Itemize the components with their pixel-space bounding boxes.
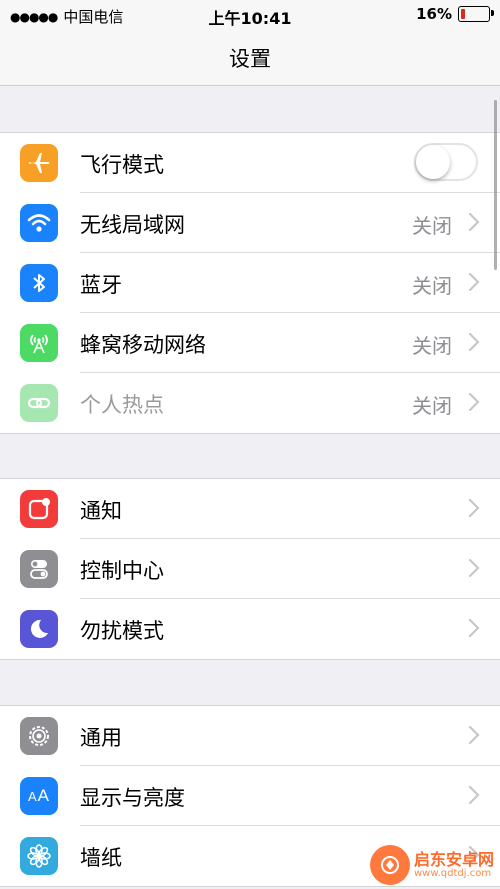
- chevron-right-icon: [468, 785, 480, 809]
- settings-row-value: 关闭: [412, 334, 452, 358]
- settings-row-wifi[interactable]: 无线局域网 关闭: [0, 193, 500, 253]
- chevron-right-icon: [468, 332, 480, 356]
- chevron-right-icon: [468, 392, 480, 416]
- settings-row-cellular-antenna[interactable]: 蜂窝移动网络 关闭: [0, 313, 500, 373]
- moon-icon: [20, 610, 58, 648]
- airplane-mode-toggle[interactable]: [414, 143, 478, 181]
- chevron-right-icon: [468, 558, 480, 582]
- settings-row-bluetooth[interactable]: 蓝牙 关闭: [0, 253, 500, 313]
- settings-row-value: 关闭: [412, 274, 452, 298]
- settings-row-label: 控制中心: [80, 559, 164, 583]
- battery-icon: [458, 6, 494, 22]
- text-size-icon: AA: [20, 777, 58, 815]
- chevron-right-icon: [468, 212, 480, 236]
- toggle-knob: [416, 145, 450, 179]
- settings-row-hotspot-link[interactable]: 个人热点 关闭: [0, 373, 500, 433]
- page-title: 设置: [229, 47, 271, 71]
- settings-row-label: 飞行模式: [80, 153, 164, 177]
- battery-fill: [461, 9, 465, 19]
- settings-row-notifications[interactable]: 通知: [0, 479, 500, 539]
- battery-indicator: 16%: [416, 5, 494, 23]
- control-center-icon: [20, 550, 58, 588]
- watermark: 启东安卓网 www.qdtdj.com: [369, 845, 494, 885]
- chevron-right-icon: [468, 618, 480, 642]
- scrollbar[interactable]: [494, 100, 497, 270]
- watermark-name: 启东安卓网: [413, 849, 494, 869]
- settings-row-value: 关闭: [412, 394, 452, 418]
- settings-row-text-size[interactable]: AA 显示与亮度: [0, 766, 500, 826]
- gear-icon: [20, 717, 58, 755]
- settings-row-label: 墙纸: [80, 846, 122, 870]
- airplane-icon: [20, 144, 58, 182]
- settings-row-label: 显示与亮度: [80, 786, 185, 810]
- status-bar: ●●●●● 中国电信 上午10:41 16%: [0, 0, 500, 30]
- settings-row-value: 关闭: [412, 214, 452, 238]
- settings-row-moon[interactable]: 勿扰模式: [0, 599, 500, 659]
- settings-row-label: 个人热点: [80, 393, 164, 417]
- settings-row-label: 蜂窝移动网络: [80, 333, 206, 357]
- navigation-bar: 设置: [0, 30, 500, 86]
- settings-row-label: 蓝牙: [80, 273, 122, 297]
- chevron-right-icon: [468, 725, 480, 749]
- cellular-antenna-icon: [20, 324, 58, 362]
- bluetooth-icon: [20, 264, 58, 302]
- settings-row-gear[interactable]: 通用: [0, 706, 500, 766]
- battery-percent: 16%: [416, 5, 452, 23]
- watermark-logo-icon: [369, 845, 410, 885]
- chevron-right-icon: [468, 498, 480, 522]
- wallpaper-flower-icon: [20, 837, 58, 875]
- wifi-icon: [20, 204, 58, 242]
- settings-group-notifications: 通知控制中心勿扰模式: [0, 478, 500, 660]
- settings-row-label: 勿扰模式: [80, 619, 164, 643]
- notifications-icon: [20, 490, 58, 528]
- settings-row-label: 通知: [80, 499, 122, 523]
- settings-row-label: 无线局域网: [80, 213, 185, 237]
- settings-row-airplane[interactable]: 飞行模式: [0, 133, 500, 193]
- settings-row-label: 通用: [80, 726, 122, 750]
- settings-row-control-center[interactable]: 控制中心: [0, 539, 500, 599]
- hotspot-link-icon: [20, 384, 58, 422]
- chevron-right-icon: [468, 272, 480, 296]
- settings-group-connectivity: 飞行模式 无线局域网 关闭 蓝牙 关闭 蜂窝移动网络 关闭 个人热点 关闭: [0, 132, 500, 434]
- watermark-url: www.qdtdj.com: [413, 868, 492, 880]
